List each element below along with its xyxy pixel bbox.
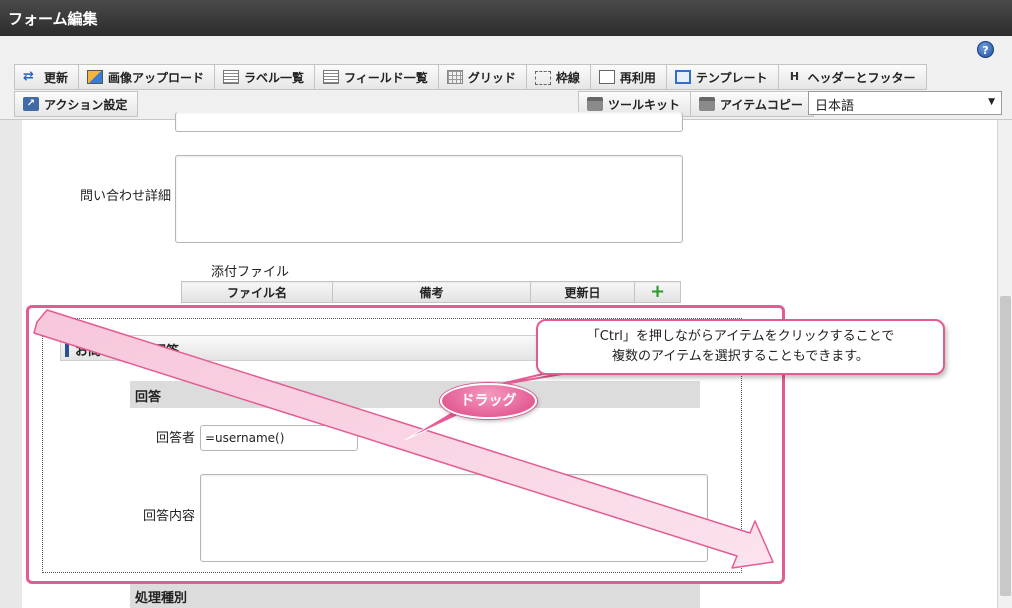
processing-subsection[interactable]: 処理種別 — [130, 582, 700, 608]
grid-icon — [446, 70, 463, 84]
refresh-button[interactable]: ⇄ 更新 — [14, 64, 79, 90]
help-icon[interactable]: ? — [977, 41, 994, 58]
field-list-button[interactable]: フィールド一覧 — [314, 64, 438, 90]
toolkit-icon — [587, 97, 603, 111]
image-upload-icon — [87, 70, 104, 84]
reuse-icon — [598, 70, 615, 84]
previous-textarea[interactable] — [175, 112, 683, 132]
tip-callout: 「Ctrl」を押しながらアイテムをクリックすることで 複数のアイテムを選択するこ… — [536, 319, 945, 375]
label-list-icon — [223, 70, 240, 84]
vertical-scrollbar[interactable] — [997, 120, 1012, 608]
attachment-label: 添付ファイル — [211, 265, 290, 280]
label-list-button[interactable]: ラベル一覧 — [214, 64, 315, 90]
field-list-icon — [323, 70, 340, 84]
template-icon — [674, 70, 691, 84]
drag-bubble: ドラッグ — [440, 383, 537, 419]
refresh-icon: ⇄ — [23, 69, 34, 84]
toolbar-row-1: ⇄ 更新 画像アップロード ラベル一覧 フィールド一覧 グリッド 枠線 再利用 テ… — [14, 64, 927, 90]
reuse-button[interactable]: 再利用 — [589, 64, 666, 90]
inquiry-detail-textarea[interactable] — [175, 155, 683, 243]
header-footer-icon: H — [789, 70, 800, 83]
action-settings-button[interactable]: ↗ アクション設定 — [14, 91, 139, 117]
chevron-down-icon: ▼ — [988, 97, 995, 107]
column-note: 備考 — [332, 281, 531, 303]
item-copy-icon — [699, 97, 716, 111]
scrollbar-thumb[interactable] — [1000, 296, 1011, 596]
window-title: フォーム編集 — [0, 0, 1012, 36]
border-icon — [534, 71, 551, 85]
image-upload-button[interactable]: 画像アップロード — [78, 64, 215, 90]
callout-line-2: 複数のアイテムを選択することもできます。 — [612, 349, 869, 364]
callout-line-1: 「Ctrl」を押しながらアイテムをクリックすることで — [586, 329, 895, 344]
attachment-table: ファイル名 備考 更新日 + — [181, 281, 681, 303]
action-icon: ↗ — [23, 97, 39, 111]
language-select[interactable]: 日本語 ▼ — [808, 91, 1002, 115]
border-button[interactable]: 枠線 — [525, 64, 590, 90]
inquiry-detail-label: 問い合わせ詳細 — [80, 189, 172, 204]
plus-icon: + — [649, 281, 666, 302]
item-copy-button[interactable]: アイテムコピー — [690, 91, 814, 117]
add-attachment-button[interactable]: + — [634, 281, 681, 303]
header-footer-button[interactable]: H ヘッダーとフッター — [777, 64, 927, 90]
column-filename: ファイル名 — [181, 281, 333, 303]
grid-button[interactable]: グリッド — [437, 64, 526, 90]
toolbar-row-2: ↗ アクション設定 — [14, 91, 139, 117]
column-updated: 更新日 — [530, 281, 635, 303]
template-button[interactable]: テンプレート — [665, 64, 778, 90]
